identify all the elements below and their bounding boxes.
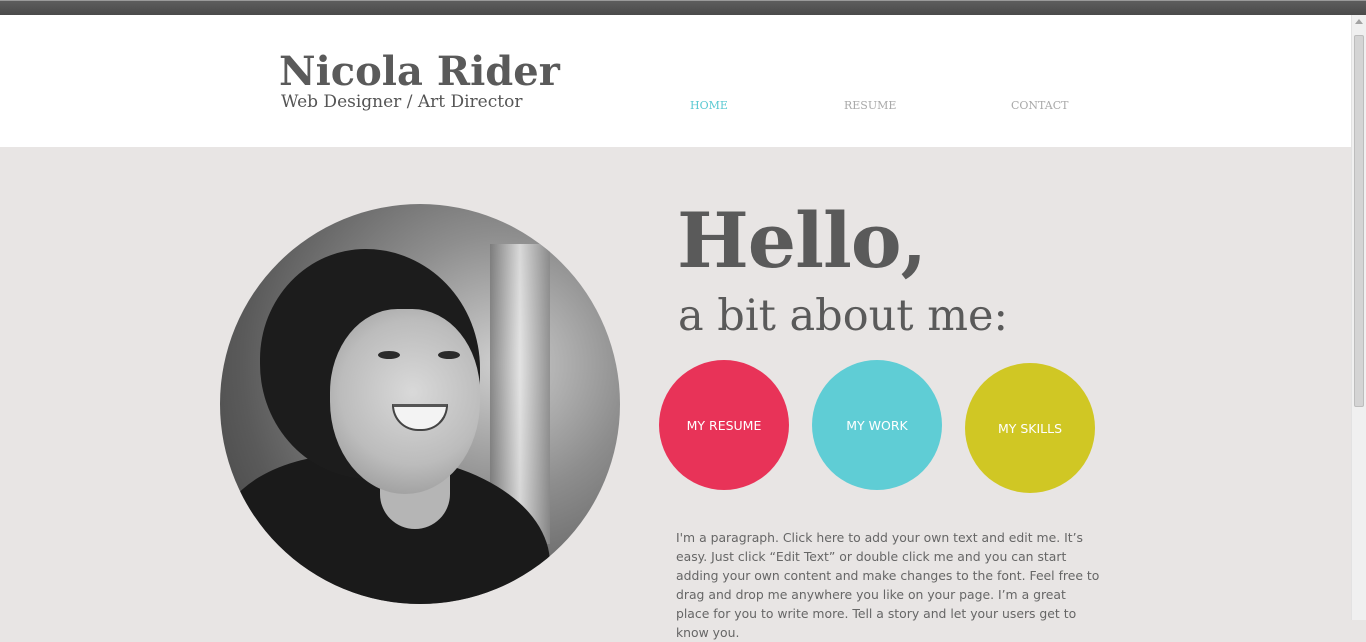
- my-resume-button[interactable]: MY RESUME: [659, 360, 789, 490]
- scrollbar-thumb[interactable]: [1354, 35, 1364, 407]
- hello-heading: Hello,: [677, 196, 927, 285]
- portrait-right-eye: [438, 351, 460, 359]
- portrait-left-eye: [378, 351, 400, 359]
- my-work-button[interactable]: MY WORK: [812, 360, 942, 490]
- nav-home-link[interactable]: HOME: [690, 99, 728, 113]
- scroll-up-arrow-icon[interactable]: [1355, 19, 1363, 24]
- browser-top-strip: [0, 0, 1366, 15]
- portrait-face: [330, 309, 480, 494]
- site-title[interactable]: Nicola Rider: [279, 49, 560, 95]
- my-skills-button[interactable]: MY SKILLS: [965, 363, 1095, 493]
- site-subtitle: Web Designer / Art Director: [281, 92, 523, 112]
- nav-contact-link[interactable]: CONTACT: [1011, 99, 1069, 113]
- about-subheading: a bit about me:: [678, 291, 1008, 341]
- portrait-photo: [220, 204, 620, 604]
- vertical-scrollbar[interactable]: [1351, 15, 1366, 620]
- site-header: Nicola Rider Web Designer / Art Director…: [0, 15, 1351, 147]
- nav-resume-link[interactable]: RESUME: [844, 99, 896, 113]
- intro-paragraph: I'm a paragraph. Click here to add your …: [676, 530, 1100, 640]
